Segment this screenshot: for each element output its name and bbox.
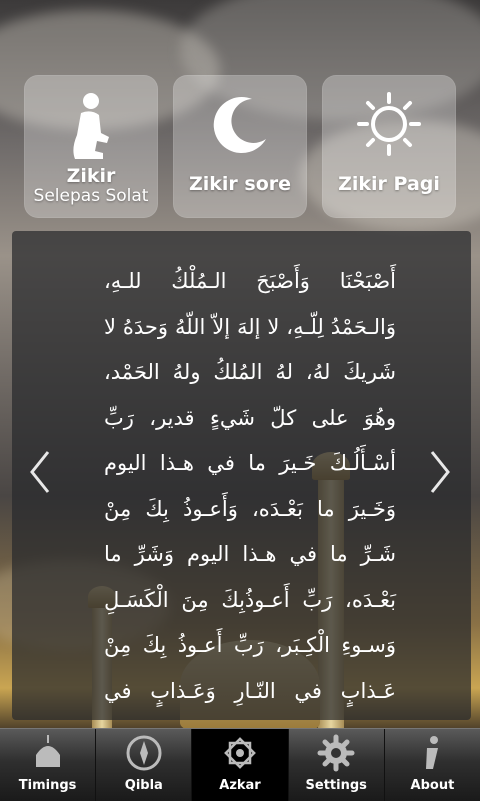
- mosque-dome-icon: [35, 735, 60, 767]
- zikir-selepas-solat-line1: Zikir: [66, 165, 116, 187]
- zikir-sore-label: Zikir sore: [188, 173, 292, 195]
- tab-about[interactable]: About: [385, 729, 480, 801]
- info-icon: [426, 736, 439, 769]
- bottom-tab-bar: Timings Qibla Azkar Settings About: [0, 728, 480, 801]
- sun-icon: [357, 92, 421, 156]
- gear-icon: [317, 734, 355, 772]
- zikir-selepas-solat-button[interactable]: Zikir Selepas Solat: [24, 75, 158, 218]
- zikir-pagi-button[interactable]: Zikir Pagi: [322, 75, 456, 218]
- azkar-content-panel[interactable]: أَصْبَحْنَا وَأَصْبَحَ الـمُلْكُ للـهِ، …: [12, 231, 471, 720]
- tab-settings-label: Settings: [305, 778, 367, 793]
- tab-azkar[interactable]: Azkar: [192, 729, 289, 801]
- tab-about-label: About: [410, 778, 455, 793]
- zikir-selepas-solat-line2: Selepas Solat: [33, 186, 149, 206]
- prayer-icon: [73, 93, 109, 159]
- tab-timings[interactable]: Timings: [0, 729, 97, 801]
- star-ornament-icon: [224, 737, 256, 769]
- doa-text: أَصْبَحْنَا وَأَصْبَحَ الـمُلْكُ للـهِ، …: [104, 269, 396, 703]
- zikir-pagi-label: Zikir Pagi: [338, 173, 440, 195]
- tab-timings-label: Timings: [18, 778, 77, 793]
- tab-qibla-label: Qibla: [124, 778, 163, 793]
- crescent-moon-icon: [213, 97, 266, 154]
- tab-azkar-label: Azkar: [219, 778, 261, 793]
- compass-icon: [126, 735, 162, 771]
- previous-arrow-icon[interactable]: [28, 448, 52, 496]
- zikir-sore-button[interactable]: Zikir sore: [173, 75, 307, 218]
- tab-settings[interactable]: Settings: [289, 729, 385, 801]
- next-arrow-icon[interactable]: [428, 448, 452, 496]
- tab-qibla[interactable]: Qibla: [96, 729, 193, 801]
